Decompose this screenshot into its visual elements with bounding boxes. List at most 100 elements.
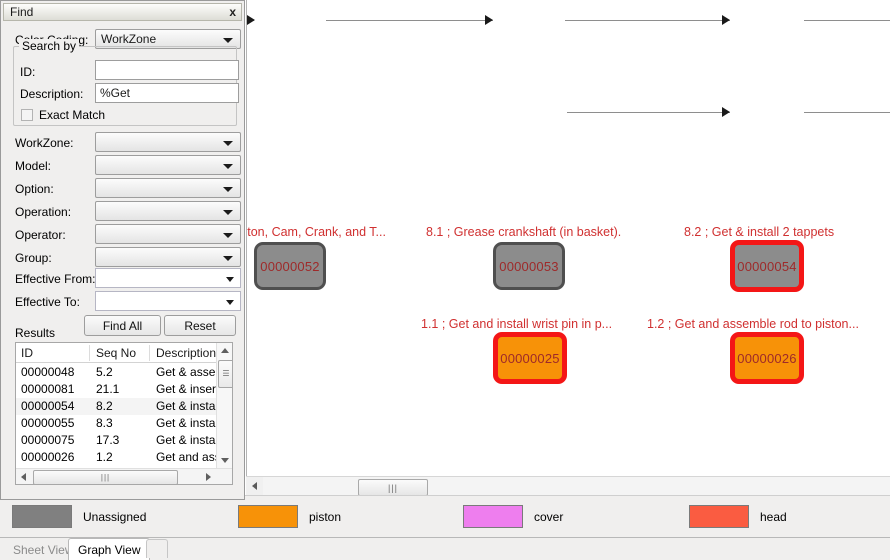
chevron-down-icon: [223, 210, 233, 215]
results-list[interactable]: ID Seq No Description 00000048 5.2 Get & a…: [15, 342, 233, 485]
table-row[interactable]: 00000081 21.1 Get & insert ...: [16, 381, 232, 398]
table-row[interactable]: 00000026 1.2 Get and ass...: [16, 449, 232, 466]
filter-label-4: Operator:: [15, 228, 66, 242]
filter-combo-4[interactable]: [95, 224, 241, 244]
filter-label-3: Operation:: [15, 205, 72, 219]
graph-node[interactable]: 00000053: [493, 242, 565, 290]
chevron-down-icon: [223, 233, 233, 238]
results-vertical-scrollbar[interactable]: ☰: [216, 343, 232, 468]
graph-edge: [804, 20, 890, 21]
edge-arrow-icon: [485, 15, 493, 25]
legend-swatch: [238, 505, 298, 528]
dialog-title: Find: [10, 5, 34, 19]
chevron-down-icon: [226, 277, 234, 282]
tab-overflow[interactable]: [146, 539, 168, 558]
scrollbar-thumb[interactable]: |||: [358, 479, 428, 496]
graph-node[interactable]: 00000054: [730, 240, 804, 292]
color-coding-value: WorkZone: [101, 32, 157, 46]
filter-combo-0[interactable]: [95, 132, 241, 152]
header-divider: [149, 345, 150, 361]
graph-node-label: 1.1 ; Get and install wrist pin in p...: [421, 317, 613, 331]
edge-arrow-icon: [722, 15, 730, 25]
application-window: ston, Cam, Crank, and T... 00000052 8.1 ; …: [0, 0, 890, 560]
chevron-down-icon: [223, 141, 233, 146]
cell-id: 00000055: [21, 416, 75, 430]
color-legend-bar: Unassigned piston cover head: [0, 495, 890, 537]
results-horizontal-scrollbar[interactable]: |||: [16, 468, 232, 484]
tab-graph-view[interactable]: Graph View: [68, 538, 151, 560]
dialog-title-bar[interactable]: Find x: [3, 3, 242, 21]
exact-match-checkbox[interactable]: [21, 109, 33, 121]
graph-edge: [567, 112, 730, 113]
description-input[interactable]: %Get: [95, 83, 239, 103]
legend-item: Unassigned: [12, 505, 146, 528]
id-input[interactable]: [95, 60, 239, 80]
legend-label: cover: [534, 509, 564, 524]
cell-id: 00000026: [21, 450, 75, 464]
legend-item: piston: [238, 505, 341, 528]
view-tab-bar: Sheet View Graph View: [0, 537, 890, 560]
filter-combo-3[interactable]: [95, 201, 241, 221]
effective-from-label: Effective From:: [15, 272, 96, 286]
header-divider: [89, 345, 90, 361]
scrollbar-thumb[interactable]: |||: [33, 470, 178, 484]
table-row[interactable]: 00000075 17.3 Get & install ...: [16, 432, 232, 449]
chevron-down-icon: [223, 256, 233, 261]
scroll-down-icon[interactable]: [217, 453, 232, 468]
legend-label: Unassigned: [83, 509, 147, 524]
cell-seq: 21.1: [96, 382, 120, 396]
legend-item: cover: [463, 505, 563, 528]
graph-horizontal-scrollbar[interactable]: |||: [246, 476, 890, 496]
scroll-right-icon[interactable]: [201, 469, 216, 484]
legend-item: head: [689, 505, 787, 528]
table-row[interactable]: 00000054 8.2 Get & install ...: [16, 398, 232, 415]
filter-combo-2[interactable]: [95, 178, 241, 198]
graph-edge: [804, 112, 890, 113]
table-row[interactable]: 00000055 8.3 Get & install ...: [16, 415, 232, 432]
legend-label: head: [760, 509, 787, 524]
cell-id: 00000048: [21, 365, 75, 379]
reset-button[interactable]: Reset: [164, 315, 236, 336]
column-header-id[interactable]: ID: [21, 346, 33, 360]
filter-label-0: WorkZone:: [15, 136, 74, 150]
scroll-left-icon[interactable]: [16, 469, 31, 484]
graph-edge: [326, 20, 493, 21]
legend-swatch: [463, 505, 523, 528]
chevron-down-icon: [226, 300, 234, 305]
graph-node[interactable]: 00000026: [730, 332, 804, 384]
cell-seq: 5.2: [96, 365, 113, 379]
search-by-legend: Search by: [19, 39, 80, 53]
table-row[interactable]: 00000048 5.2 Get & assem...: [16, 364, 232, 381]
exact-match-label: Exact Match: [39, 108, 106, 122]
id-label: ID:: [20, 65, 36, 79]
column-header-seq[interactable]: Seq No: [96, 346, 136, 360]
graph-node[interactable]: 00000052: [254, 242, 326, 290]
filter-label-1: Model:: [15, 159, 52, 173]
chevron-down-icon: [223, 38, 233, 43]
description-label: Description:: [20, 87, 84, 101]
cell-seq: 8.3: [96, 416, 113, 430]
filter-label-5: Group:: [15, 251, 52, 265]
effective-from-input[interactable]: [95, 268, 241, 288]
filter-combo-5[interactable]: [95, 247, 241, 267]
scroll-up-icon[interactable]: [217, 343, 232, 358]
filter-combo-1[interactable]: [95, 155, 241, 175]
close-icon[interactable]: x: [229, 5, 236, 19]
results-header-row: ID Seq No Description: [16, 343, 232, 363]
find-all-button[interactable]: Find All: [84, 315, 161, 336]
filter-label-2: Option:: [15, 182, 54, 196]
column-header-desc[interactable]: Description: [156, 346, 216, 360]
find-dialog: Find x Color Coding: WorkZone Search by …: [0, 0, 245, 500]
cell-seq: 1.2: [96, 450, 113, 464]
graph-edge: [565, 20, 730, 21]
graph-canvas[interactable]: ston, Cam, Crank, and T... 00000052 8.1 ; …: [246, 0, 890, 476]
effective-to-input[interactable]: [95, 291, 241, 311]
cell-seq: 17.3: [96, 433, 120, 447]
cell-id: 00000054: [21, 399, 75, 413]
edge-arrow-icon: [247, 15, 255, 25]
scrollbar-thumb[interactable]: ☰: [218, 360, 232, 388]
graph-node[interactable]: 00000025: [493, 332, 567, 384]
legend-label: piston: [309, 509, 342, 524]
scroll-left-icon[interactable]: [246, 477, 263, 495]
effective-to-label: Effective To:: [15, 295, 80, 309]
